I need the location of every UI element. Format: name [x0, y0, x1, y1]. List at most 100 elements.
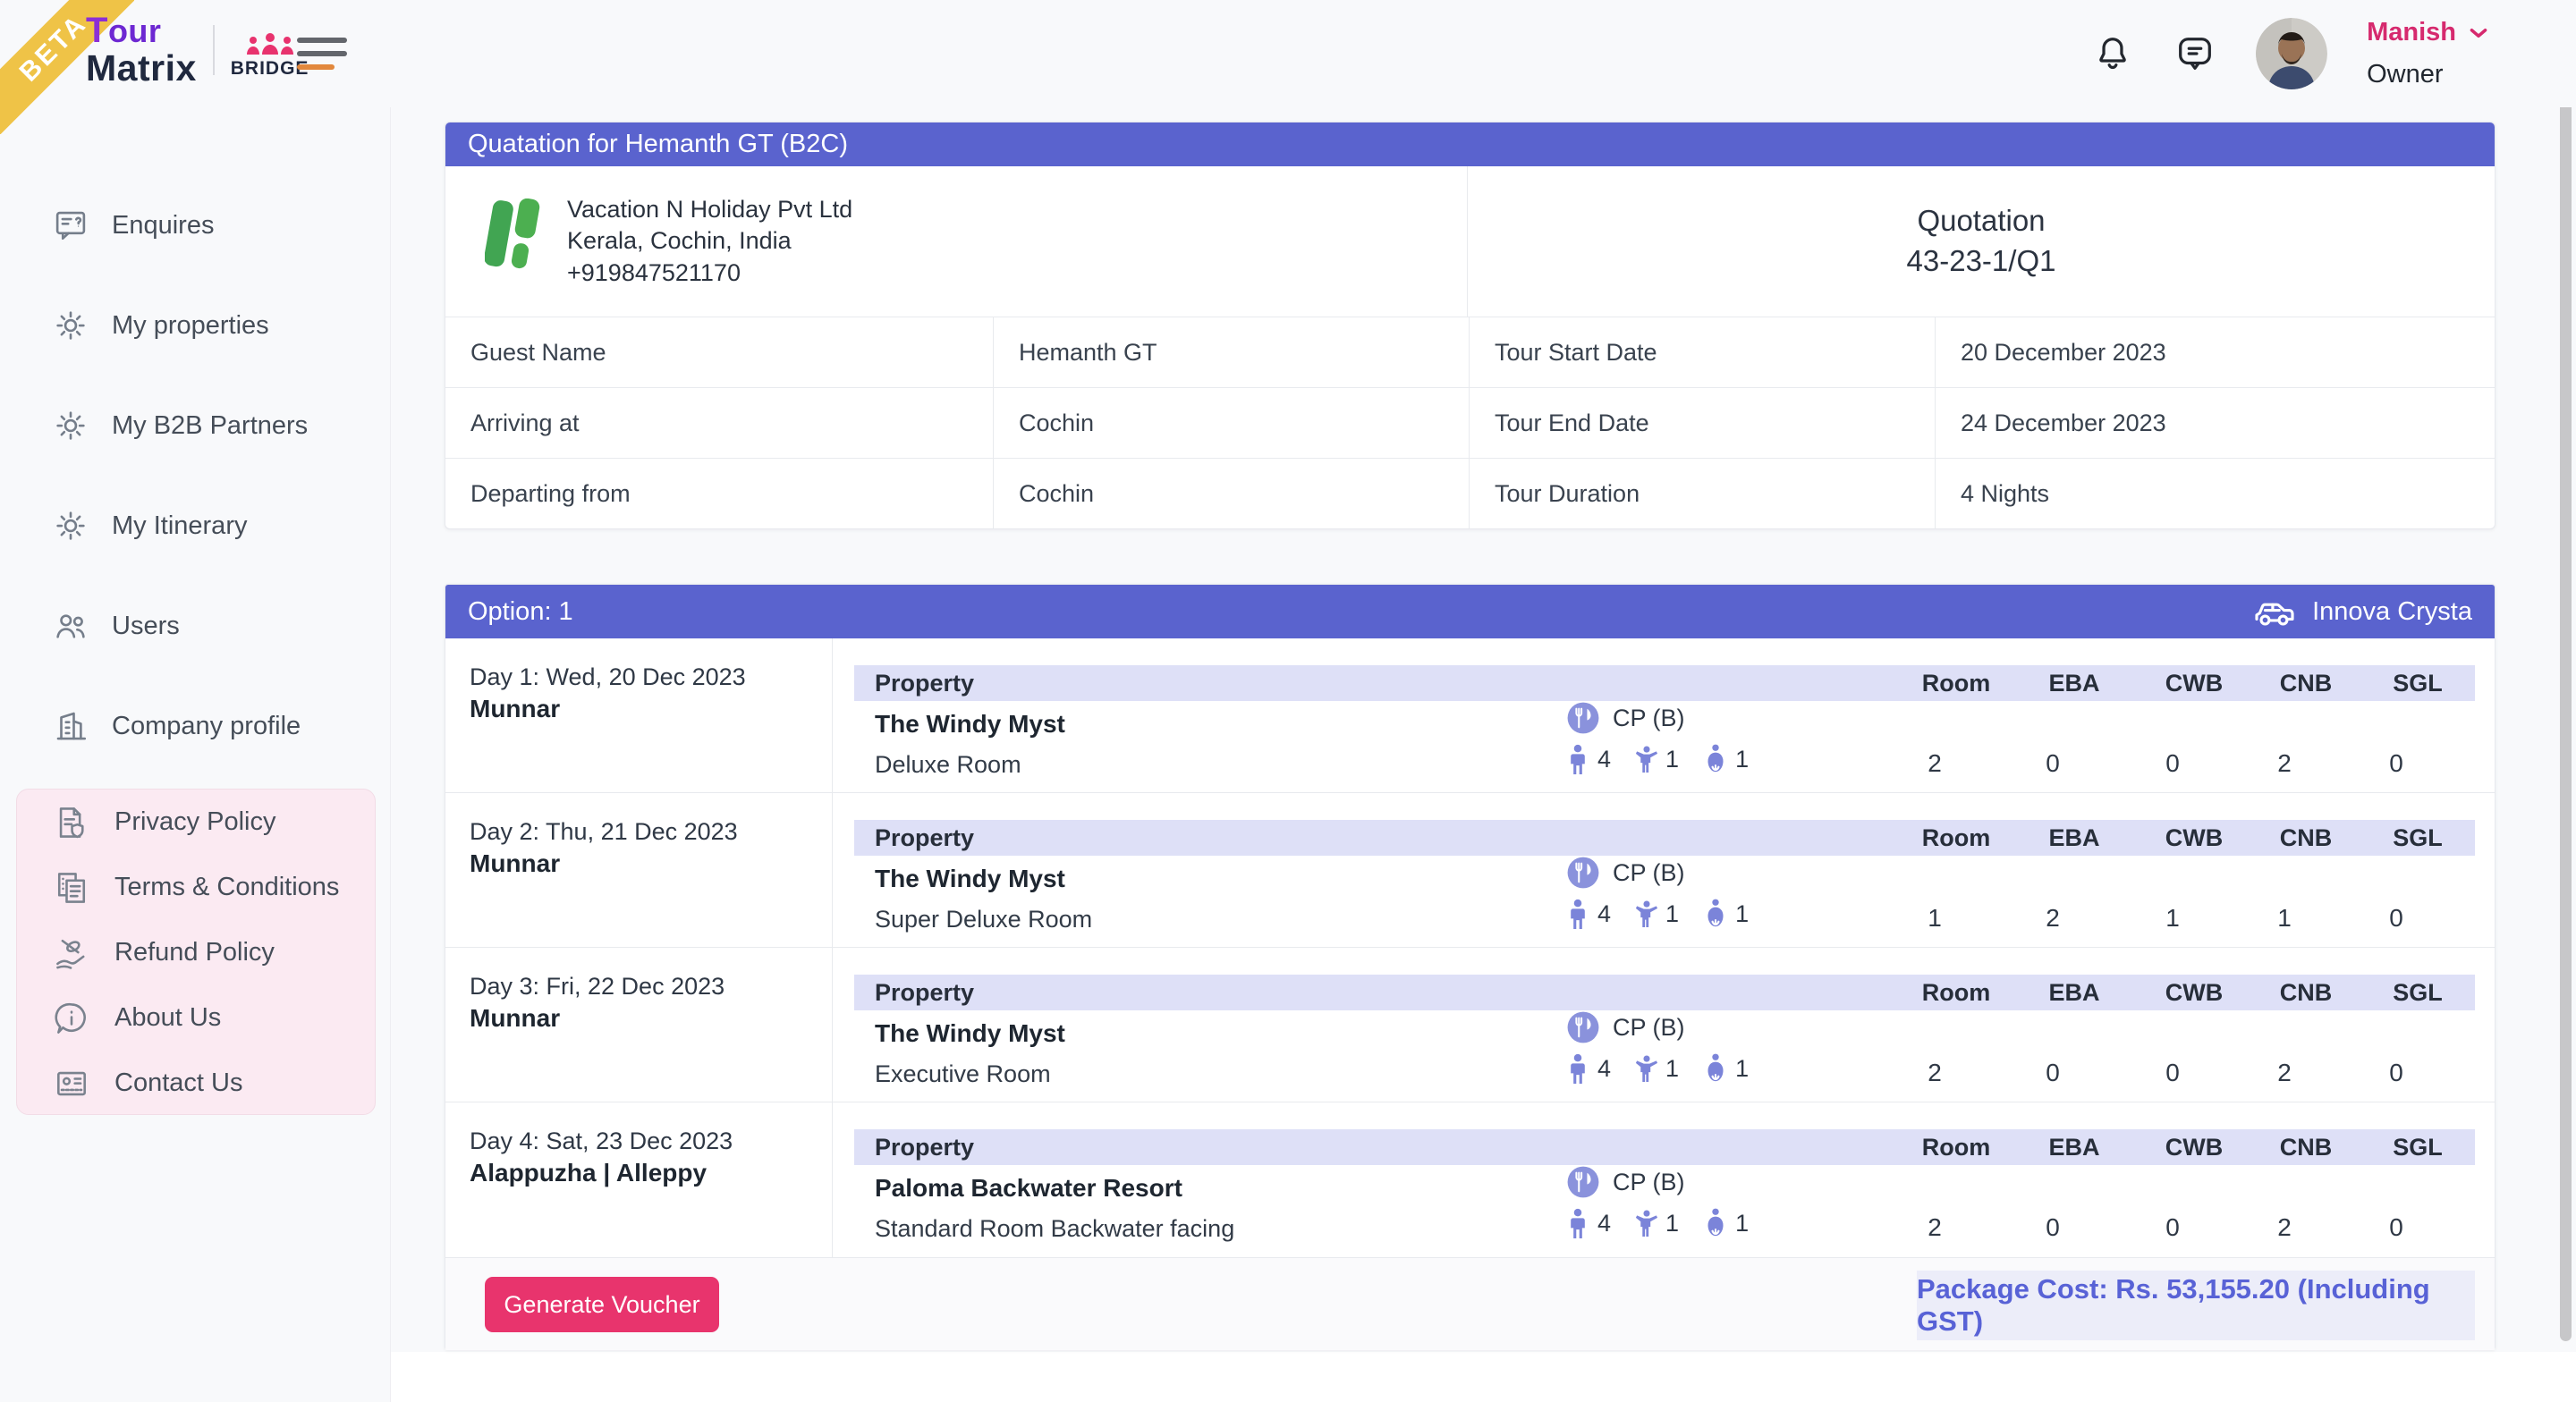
contact-card-icon [52, 1064, 91, 1103]
sidebar-item-contact-us[interactable]: Contact Us [17, 1051, 375, 1116]
child-icon [1634, 1209, 1659, 1237]
quotation-title: Quatation for Hemanth GT (B2C) [468, 130, 848, 159]
sidebar: Enquires My properties [0, 107, 391, 1402]
column-header-sgl: SGL [2368, 820, 2467, 856]
meal-plan: CP (B) [1566, 856, 1685, 890]
logo-t-glyph: T [86, 11, 108, 50]
value-room: 2 [1885, 749, 1984, 778]
sidebar-item-label: My Itinerary [112, 511, 247, 541]
day-cell: Day 3: Fri, 22 Dec 2023 Munnar [445, 948, 833, 1102]
info-bubble-icon [52, 999, 91, 1038]
column-header-sgl: SGL [2368, 975, 2467, 1010]
column-header-cnb: CNB [2257, 820, 2355, 856]
info-label: Tour End Date [1470, 388, 1936, 459]
vertical-scrollbar[interactable] [2560, 77, 2572, 1341]
sidebar-item-enquires[interactable]: Enquires [0, 193, 390, 258]
messages-chat-icon[interactable] [2174, 32, 2216, 75]
child-count: 1 [1634, 745, 1679, 773]
day-row: Day 3: Fri, 22 Dec 2023 Munnar Property … [445, 948, 2495, 1102]
day-location: Alappuzha | Alleppy [470, 1159, 823, 1187]
column-header-cwb: CWB [2145, 820, 2243, 856]
package-cost-text: Package Cost: Rs. 53,155.20 (Including G… [1917, 1273, 2475, 1338]
day-cell: Day 1: Wed, 20 Dec 2023 Munnar [445, 638, 833, 792]
infant-icon [1702, 1053, 1729, 1084]
main-content: Quatation for Hemanth GT (B2C) Vacation … [391, 107, 2576, 1402]
column-header-room: Room [1907, 665, 2005, 701]
info-value: 20 December 2023 [1936, 317, 2496, 388]
user-menu: Manish Owner [2367, 18, 2490, 89]
logo-divider [213, 25, 215, 75]
value-cwb: 1 [2123, 904, 2222, 933]
value-sgl: 0 [2347, 1059, 2445, 1087]
sidebar-item-my-properties[interactable]: My properties [0, 293, 390, 358]
user-avatar[interactable] [2256, 18, 2327, 89]
property-header-strip: Property Room EBA CWB CNB SGL [854, 975, 2475, 1010]
column-header-cwb: CWB [2145, 1129, 2243, 1165]
company-name: Vacation N Holiday Pvt Ltd [567, 194, 852, 226]
value-cnb: 2 [2235, 1213, 2334, 1242]
sidebar-item-about-us[interactable]: About Us [17, 985, 375, 1051]
column-header-cwb: CWB [2145, 665, 2243, 701]
quotation-number: 43-23-1/Q1 [1907, 241, 2056, 282]
infant-icon [1702, 744, 1729, 774]
sidebar-item-label: About Us [114, 1003, 221, 1033]
child-icon [1634, 1054, 1659, 1083]
adult-icon [1564, 744, 1591, 774]
option-title-bar: Option: 1 Innova Crysta [445, 585, 2495, 638]
column-header-cnb: CNB [2257, 1129, 2355, 1165]
value-sgl: 0 [2347, 904, 2445, 933]
adult-count: 4 [1564, 899, 1611, 929]
room-type: Standard Room Backwater facing [875, 1215, 1234, 1243]
generate-voucher-button[interactable]: Generate Voucher [485, 1277, 719, 1332]
sidebar-item-label: Terms & Conditions [114, 873, 339, 902]
sidebar-item-refund-policy[interactable]: Refund Policy [17, 920, 375, 985]
child-count: 1 [1634, 899, 1679, 928]
value-eba: 0 [2004, 749, 2102, 778]
gear-icon [51, 306, 90, 345]
company-location: Kerala, Cochin, India [567, 225, 852, 258]
property-column-header: Property [875, 824, 974, 852]
day-cell: Day 2: Thu, 21 Dec 2023 Munnar [445, 793, 833, 947]
day-date: Day 2: Thu, 21 Dec 2023 [470, 816, 823, 848]
sidebar-item-label: Company profile [112, 712, 301, 741]
refund-hand-icon [52, 933, 91, 973]
guest-counts: 4 1 [1564, 1053, 1749, 1084]
meal-plan: CP (B) [1566, 701, 1685, 735]
quotation-number-label: Quotation [1917, 201, 2045, 241]
column-header-sgl: SGL [2368, 1129, 2467, 1165]
user-dropdown[interactable]: Manish [2367, 18, 2490, 47]
value-sgl: 0 [2347, 1213, 2445, 1242]
sidebar-item-label: My properties [112, 311, 269, 341]
infant-icon [1702, 1208, 1729, 1238]
sidebar-item-company-profile[interactable]: Company profile [0, 694, 390, 758]
notifications-bell-icon[interactable] [2091, 32, 2134, 75]
room-type: Executive Room [875, 1060, 1051, 1088]
adult-count: 4 [1564, 1053, 1611, 1084]
property-line: The Windy Myst [875, 710, 1065, 739]
day-date: Day 1: Wed, 20 Dec 2023 [470, 662, 823, 693]
value-cwb: 0 [2123, 1213, 2222, 1242]
sidebar-item-users[interactable]: Users [0, 594, 390, 658]
vehicle-info: Innova Crysta [2251, 594, 2472, 629]
menu-toggle-icon[interactable] [297, 38, 347, 70]
package-cost-box: Package Cost: Rs. 53,155.20 (Including G… [1917, 1271, 2475, 1340]
day-date: Day 3: Fri, 22 Dec 2023 [470, 971, 823, 1002]
company-phone: +919847521170 [567, 258, 852, 290]
column-header-room: Room [1907, 975, 2005, 1010]
value-eba: 0 [2004, 1213, 2102, 1242]
sidebar-item-my-b2b-partners[interactable]: My B2B Partners [0, 393, 390, 458]
sidebar-nav: Enquires My properties [0, 193, 390, 794]
child-icon [1634, 899, 1659, 928]
day-location: Munnar [470, 1004, 823, 1033]
app-logo[interactable]: Tour Matrix BRIDGE [86, 13, 309, 87]
chevron-down-icon [2467, 21, 2490, 45]
sidebar-item-my-itinerary[interactable]: My Itinerary [0, 494, 390, 558]
sidebar-item-privacy-policy[interactable]: Privacy Policy [17, 790, 375, 855]
vehicle-name: Innova Crysta [2312, 597, 2472, 627]
column-header-eba: EBA [2025, 975, 2123, 1010]
document-shield-icon [52, 803, 91, 842]
tour-matrix-logo: Tour Matrix [86, 13, 197, 87]
sidebar-item-terms-conditions[interactable]: Terms & Conditions [17, 855, 375, 920]
page-bottom [391, 1352, 2576, 1402]
column-header-cnb: CNB [2257, 665, 2355, 701]
